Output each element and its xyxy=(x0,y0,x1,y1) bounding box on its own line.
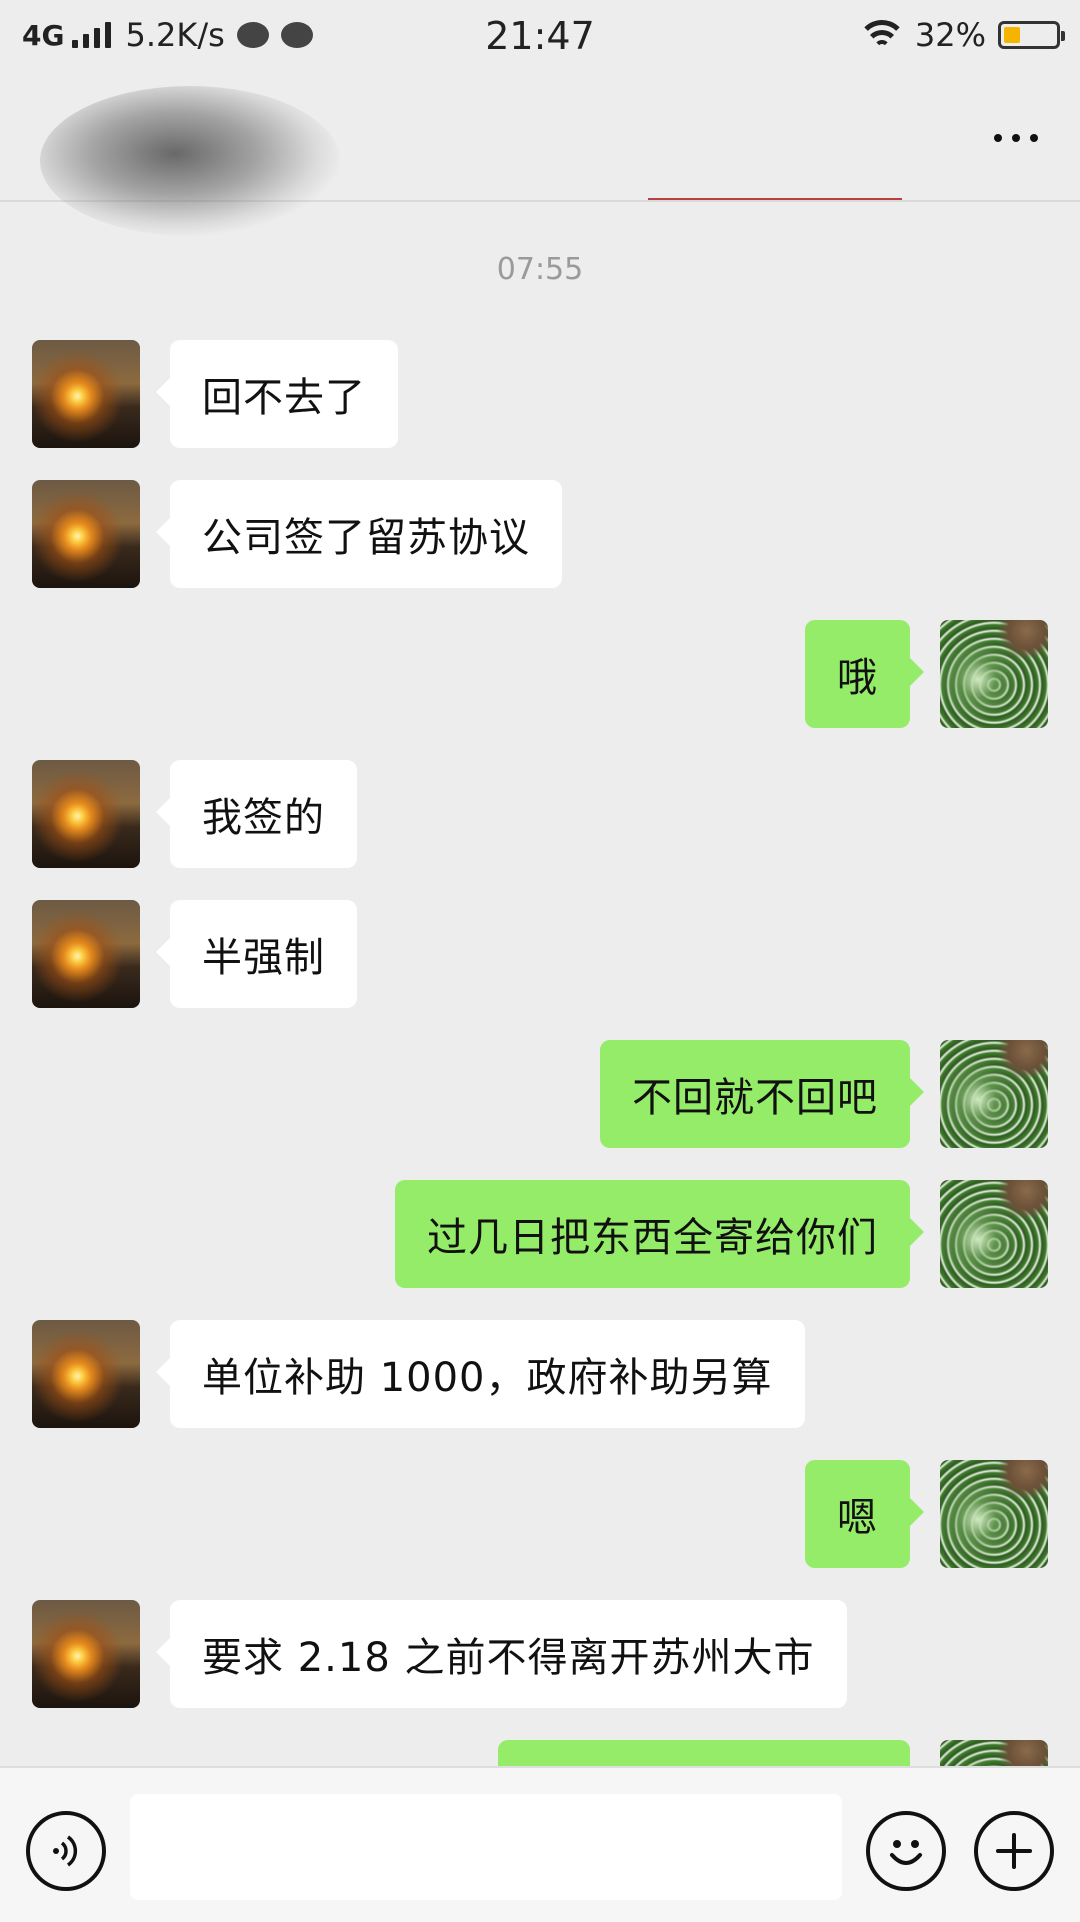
incoming-bubble[interactable]: 公司签了留苏协议 xyxy=(156,480,562,588)
my-avatar[interactable] xyxy=(940,620,1048,728)
chat-header xyxy=(0,76,1080,236)
incoming-bubble[interactable]: 要求 2.18 之前不得离开苏州大市 xyxy=(156,1600,847,1708)
voice-icon xyxy=(53,1835,78,1867)
voice-button[interactable] xyxy=(26,1811,106,1891)
more-functions-button[interactable] xyxy=(974,1811,1054,1891)
incoming-bubble[interactable]: 单位补助 1000，政府补助另算 xyxy=(156,1320,805,1428)
outgoing-bubble[interactable]: 不回就不回吧 xyxy=(600,1040,924,1148)
battery-icon xyxy=(998,21,1065,49)
outgoing-bubble[interactable]: 嗯 xyxy=(805,1460,924,1568)
incoming-bubble[interactable]: 半强制 xyxy=(156,900,357,1008)
outgoing-bubble[interactable]: 过几日把东西全寄给你们 xyxy=(395,1180,924,1288)
plus-icon xyxy=(996,1833,1032,1869)
more-dot xyxy=(1012,134,1020,142)
message-input[interactable] xyxy=(130,1794,842,1900)
incoming-bubble[interactable]: 回不去了 xyxy=(156,340,398,448)
emoji-button[interactable] xyxy=(866,1811,946,1891)
my-avatar[interactable] xyxy=(940,1040,1048,1148)
battery-fill xyxy=(1004,27,1020,43)
status-bar: 4G 5.2K/s 21:47 32% xyxy=(0,0,1080,76)
more-horizontal-icon xyxy=(994,134,1002,142)
contact-avatar[interactable] xyxy=(32,1320,140,1428)
input-bar xyxy=(0,1766,1080,1922)
my-avatar[interactable] xyxy=(940,1460,1048,1568)
battery-percent: 32% xyxy=(914,16,986,54)
redacted-title-scribble xyxy=(40,86,340,236)
outgoing-bubble[interactable]: 哦 xyxy=(805,620,924,728)
header-accent-line xyxy=(648,198,902,200)
contact-avatar[interactable] xyxy=(32,1600,140,1708)
contact-avatar[interactable] xyxy=(32,480,140,588)
contact-avatar[interactable] xyxy=(32,900,140,1008)
chat-timestamp: 07:55 xyxy=(496,252,584,287)
my-avatar[interactable] xyxy=(940,1180,1048,1288)
incoming-bubble[interactable]: 我签的 xyxy=(156,760,357,868)
contact-avatar[interactable] xyxy=(32,760,140,868)
status-right: 32% xyxy=(860,16,1065,54)
emoji-icon xyxy=(890,1840,922,1865)
contact-avatar[interactable] xyxy=(32,340,140,448)
more-dot xyxy=(1030,134,1038,142)
more-options-button[interactable] xyxy=(986,118,1046,158)
wifi-icon xyxy=(860,18,903,52)
